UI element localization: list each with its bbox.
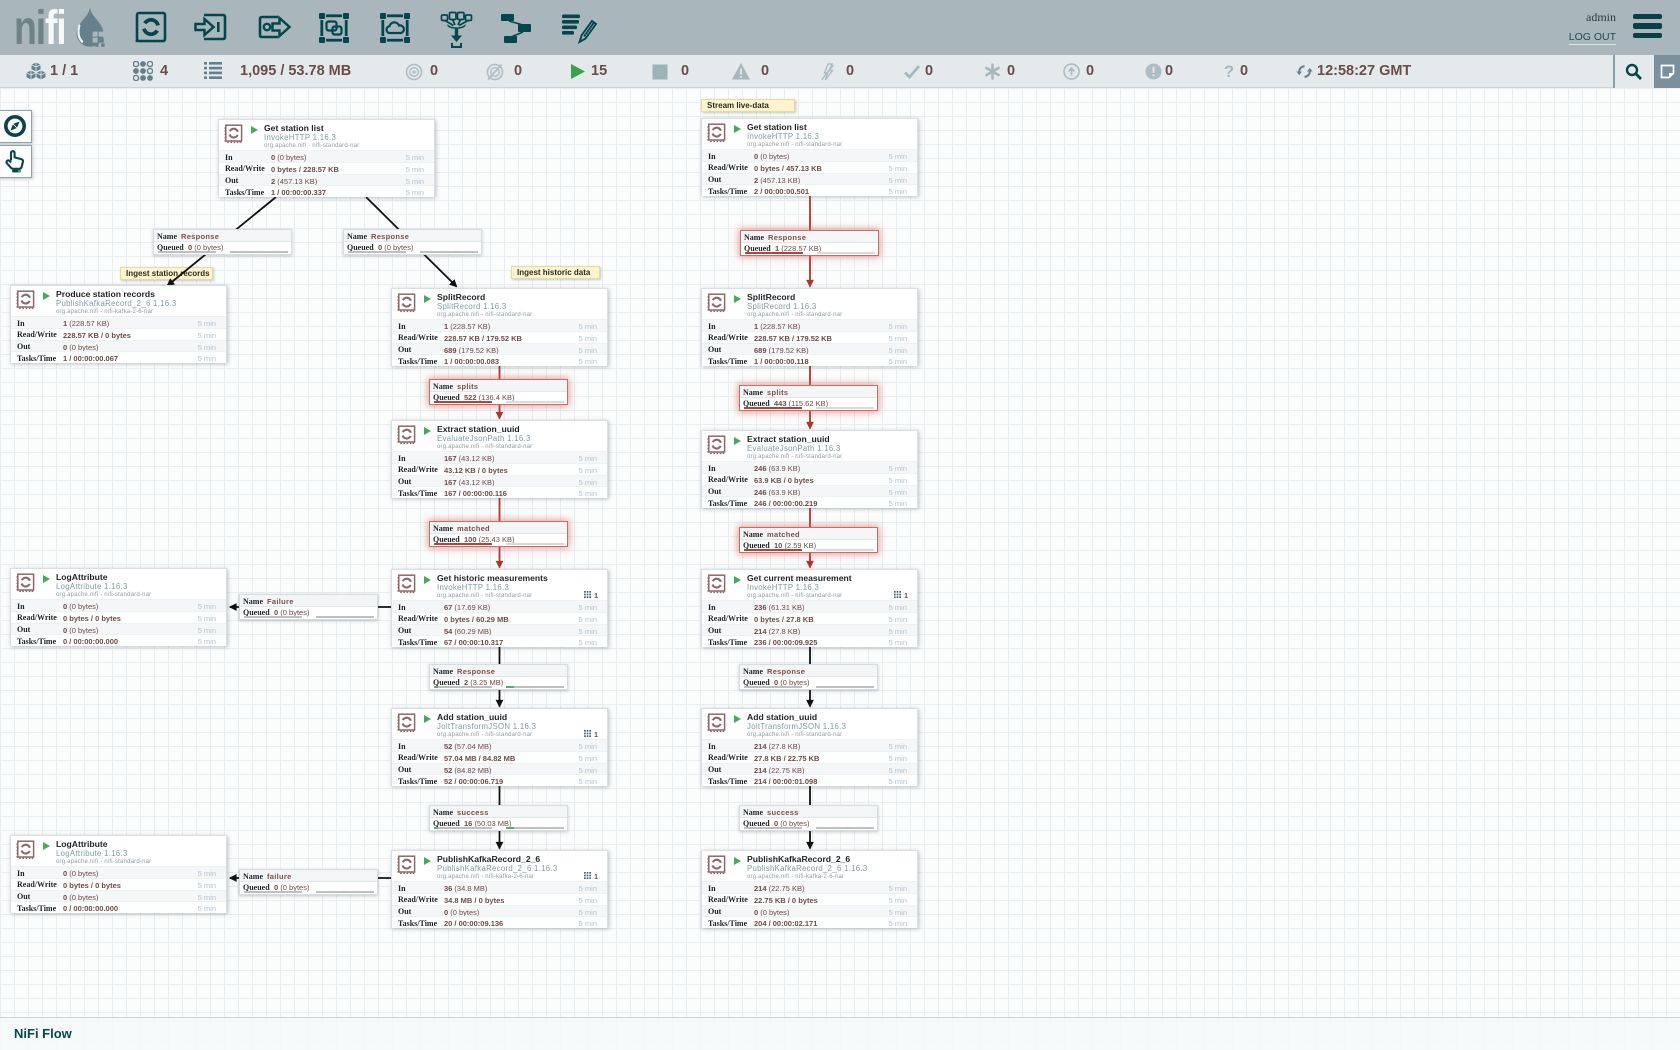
svg-text:nifi: nifi xyxy=(14,2,65,56)
svg-text:?: ? xyxy=(1224,62,1234,80)
